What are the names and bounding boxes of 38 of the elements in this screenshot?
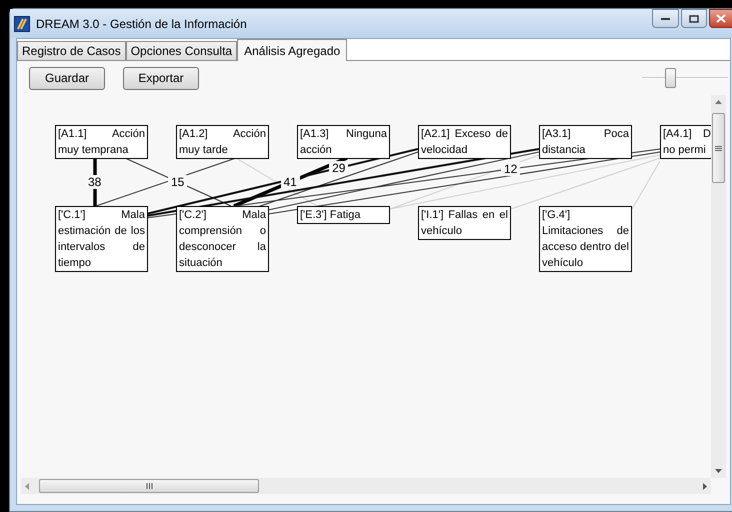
tab[interactable]: Análisis Agregado xyxy=(237,39,348,61)
node-box[interactable]: [A1.2] Acción muy tarde xyxy=(176,125,269,159)
scroll-down-icon[interactable] xyxy=(715,469,722,473)
zoom-slider[interactable] xyxy=(642,68,728,88)
window-title: DREAM 3.0 - Gestión de la Información xyxy=(36,16,247,32)
scroll-thumb[interactable] xyxy=(712,113,725,183)
vertical-scrollbar[interactable] xyxy=(711,95,726,478)
toolbar-button[interactable]: Guardar xyxy=(29,66,105,90)
link-weight: 15 xyxy=(168,175,188,189)
tab[interactable]: Opciones Consulta xyxy=(126,41,238,60)
link-weight: 12 xyxy=(500,162,520,176)
close-icon xyxy=(716,14,726,23)
link-weight: 29 xyxy=(329,160,348,175)
node-box[interactable]: ['G.4'] Limitaciones de acceso dentro del vehículo xyxy=(539,206,632,272)
node-box[interactable]: [A4.1] D no permi xyxy=(660,125,711,159)
maximize-button[interactable] xyxy=(681,9,707,28)
tab[interactable]: Registro de Casos xyxy=(17,41,126,60)
horizontal-scrollbar[interactable] xyxy=(21,478,711,494)
node-box[interactable]: ['E.3'] Fatiga xyxy=(297,206,390,224)
scroll-right-icon[interactable] xyxy=(703,482,707,490)
minimize-button[interactable] xyxy=(652,9,679,28)
minimize-icon xyxy=(661,16,670,20)
toolbar-button[interactable]: Exportar xyxy=(123,66,199,90)
scroll-thumb[interactable] xyxy=(39,479,259,493)
maximize-icon xyxy=(689,14,699,22)
node-box[interactable]: [A1.1] Acción muy temprana xyxy=(55,125,148,159)
node-box[interactable]: ['C.1'] Mala estimación de los intervalos de tiempo xyxy=(55,206,148,272)
grip-icon xyxy=(146,483,152,489)
app-logo-icon xyxy=(14,16,30,32)
grip-icon xyxy=(715,146,722,150)
node-box[interactable]: ['C.2'] Mala comprensión o desconocer la situación xyxy=(176,206,269,272)
link-weight: 41 xyxy=(280,175,300,189)
node-box[interactable]: [A2.1] Exceso de velocidad xyxy=(418,125,511,159)
node-box[interactable]: [A3.1] Poca distancia xyxy=(539,125,632,159)
node-box[interactable]: [A1.3] Ninguna acción xyxy=(297,125,390,159)
close-button[interactable] xyxy=(709,9,732,28)
scroll-up-icon[interactable] xyxy=(715,100,722,104)
node-box[interactable]: ['I.1'] Fallas en el vehículo xyxy=(418,206,511,240)
